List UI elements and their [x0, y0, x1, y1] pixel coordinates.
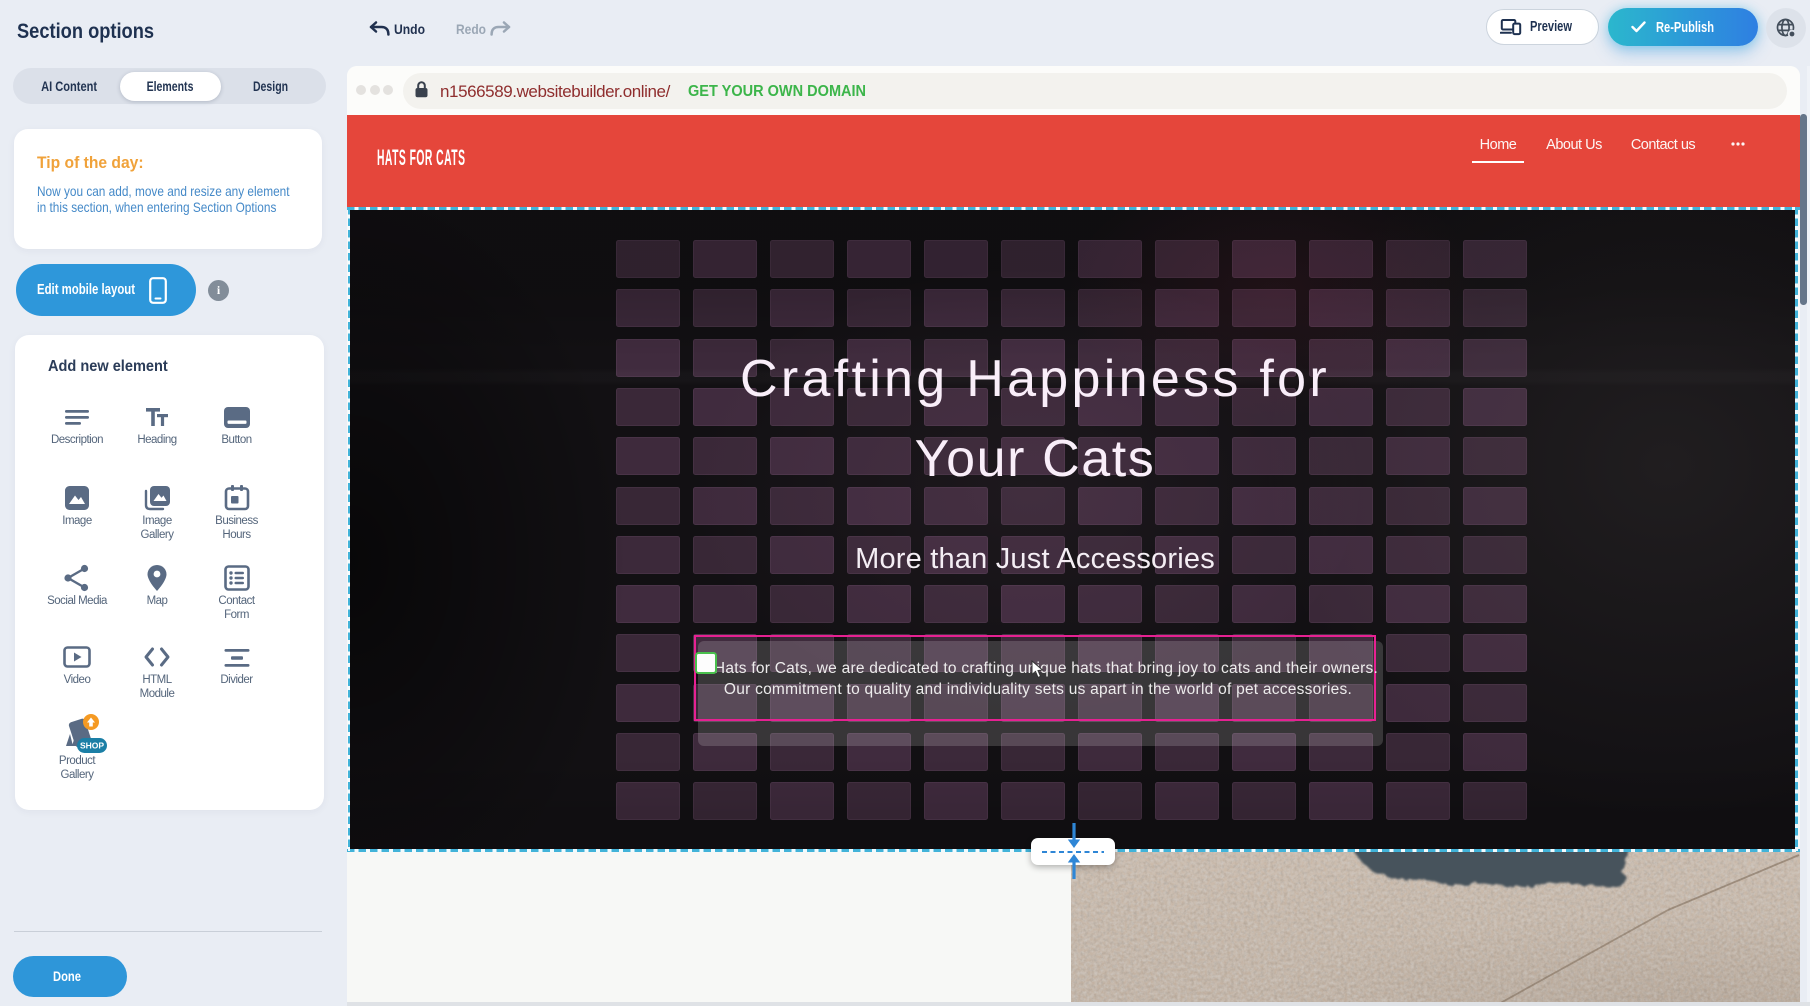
svg-text:SHOP: SHOP: [80, 741, 104, 751]
